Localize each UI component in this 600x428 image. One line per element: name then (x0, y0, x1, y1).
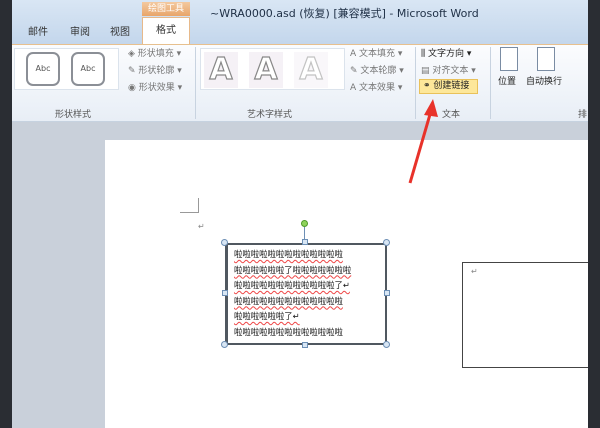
second-text-box[interactable]: ↵ (462, 262, 592, 368)
textbox-line: 啦啦啦啦啦啦了↵ (234, 311, 300, 321)
textbox-line: 啦啦啦啦啦啦啦啦啦啦啦啦啦 (234, 326, 343, 337)
textbox-line: 啦啦啦啦啦啦啦啦啦啦啦啦啦 (234, 249, 343, 259)
shape-outline-button[interactable]: ✎ 形状轮廓 ▾ (128, 63, 182, 76)
shape-fill-label: 形状填充 (137, 49, 174, 59)
text-direction-label: 文字方向 (428, 49, 465, 59)
tab-format[interactable]: 格式 (142, 17, 190, 45)
align-text-label: 对齐文本 (432, 66, 469, 76)
text-fill-button[interactable]: A 文本填充 ▾ (350, 46, 402, 59)
text-effects-button[interactable]: A 文本效果 ▾ (350, 80, 402, 93)
red-arrow-annotation (408, 99, 438, 184)
resize-handle[interactable] (383, 239, 390, 246)
create-link-button[interactable]: ⚭ 创建链接 (419, 79, 478, 94)
resize-handle[interactable] (302, 239, 308, 245)
group-label-text: 文本 (442, 110, 461, 120)
wrap-text-icon (537, 47, 555, 71)
align-text-button[interactable]: ▤ 对齐文本 ▾ (421, 63, 476, 76)
tab-review[interactable]: 审阅 (70, 23, 90, 38)
shape-style-thumb[interactable]: Abc (26, 52, 60, 86)
tab-view[interactable]: 视图 (110, 23, 130, 38)
resize-handle[interactable] (384, 290, 390, 296)
text-effects-label: 文本效果 (359, 83, 396, 93)
textbox-line: 啦啦啦啦啦啦啦啦啦啦啦啦了↵ (234, 280, 350, 290)
margin-corner-mark (180, 198, 199, 213)
text-outline-label: 文本轮廓 (360, 66, 397, 76)
resize-handle[interactable] (221, 341, 228, 348)
group-label-arrange: 排 (578, 110, 588, 120)
wordart-thumb[interactable]: A (249, 51, 283, 88)
wordart-thumb[interactable]: A (204, 51, 238, 88)
shape-effects-label: 形状效果 (138, 83, 175, 93)
window-left-edge (0, 0, 12, 428)
position-icon (500, 47, 518, 71)
text-fill-label: 文本填充 (359, 49, 396, 59)
paragraph-mark: ↵ (198, 222, 205, 231)
textbox-line: 啦啦啦啦啦啦啦啦啦啦啦啦啦 (234, 295, 343, 306)
wordart-thumb[interactable]: A (294, 51, 328, 88)
text-direction-button[interactable]: ⫼ 文字方向 ▾ (421, 46, 471, 59)
window-right-edge (588, 0, 600, 428)
shape-fill-button[interactable]: ◈ 形状填充 ▾ (128, 46, 181, 59)
text-box[interactable]: 啦啦啦啦啦啦啦啦啦啦啦啦啦 啦啦啦啦啦啦了啦啦啦啦啦啦啦 啦啦啦啦啦啦啦啦啦啦啦… (225, 243, 387, 345)
resize-handle[interactable] (383, 341, 390, 348)
resize-handle[interactable] (221, 239, 228, 246)
textbox-line: 啦啦啦啦啦啦了啦啦啦啦啦啦啦 (234, 264, 352, 275)
group-label-shape-styles: 形状样式 (55, 110, 92, 120)
text-outline-button[interactable]: ✎ 文本轮廓 ▾ (350, 63, 404, 76)
position-button[interactable]: 位置 (498, 74, 516, 87)
resize-handle[interactable] (302, 342, 308, 348)
window-title: ~WRA0000.asd (恢复) [兼容模式] - Microsoft Wor… (210, 7, 479, 20)
tab-mailings[interactable]: 邮件 (28, 23, 48, 38)
rotate-handle[interactable] (301, 220, 308, 227)
shape-outline-label: 形状轮廓 (138, 66, 175, 76)
shape-effects-button[interactable]: ◉ 形状效果 ▾ (128, 80, 182, 93)
resize-handle[interactable] (222, 290, 228, 296)
shape-style-thumb[interactable]: Abc (71, 52, 105, 86)
create-link-label: 创建链接 (433, 81, 470, 91)
wrap-text-button[interactable]: 自动换行 (526, 74, 562, 87)
divider (490, 47, 491, 119)
divider (195, 47, 196, 119)
group-label-wordart-styles: 艺术字样式 (247, 110, 293, 120)
paragraph-mark: ↵ (471, 267, 478, 276)
context-tab-drawing-tools: 绘图工具 (142, 2, 190, 16)
